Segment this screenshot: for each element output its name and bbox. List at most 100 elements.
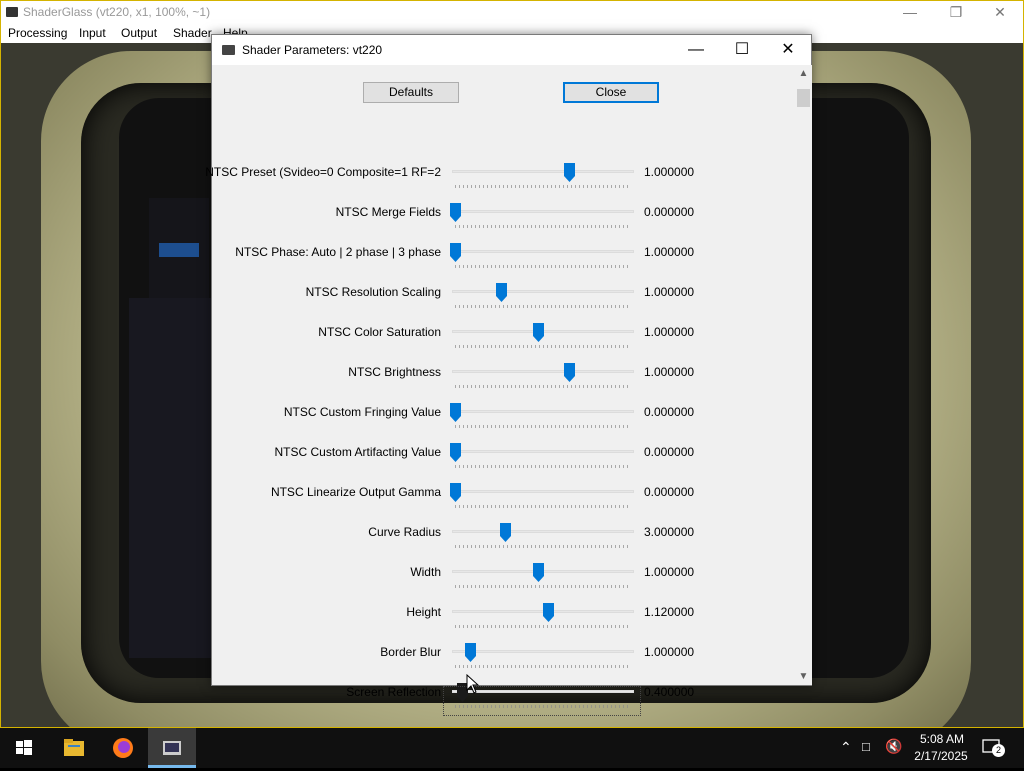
- scroll-down-arrow-icon[interactable]: ▼: [795, 668, 812, 685]
- param-slider-thumb[interactable]: [450, 403, 461, 422]
- param-value: 0.000000: [644, 405, 695, 419]
- param-slider-ticks: [455, 625, 630, 628]
- app-minimize-button[interactable]: —: [887, 1, 933, 23]
- param-slider-ticks: [455, 585, 630, 588]
- param-label: Curve Radius: [368, 525, 441, 539]
- app-restore-button[interactable]: ❐: [933, 1, 979, 23]
- param-slider-thumb[interactable]: [563, 363, 575, 382]
- close-icon: ✕: [781, 41, 795, 58]
- param-slider-ticks: [455, 665, 630, 668]
- param-value: 1.000000: [644, 645, 695, 659]
- param-label: NTSC Brightness: [348, 365, 441, 379]
- param-slider-track[interactable]: [452, 650, 634, 653]
- minimize-icon: —: [903, 4, 917, 20]
- close-button[interactable]: Close: [563, 82, 659, 103]
- parameters-panel: Defaults Close NTSC Preset (Svideo=0 Com…: [205, 65, 795, 716]
- param-slider-thumb[interactable]: [563, 163, 575, 182]
- param-label: Border Blur: [380, 645, 441, 659]
- param-value: 0.000000: [644, 205, 695, 219]
- shaderglass-icon[interactable]: [148, 728, 196, 768]
- vertical-scrollbar[interactable]: ▲ ▼: [795, 65, 812, 685]
- param-slider-track[interactable]: [452, 210, 634, 213]
- param-value: 1.000000: [644, 565, 695, 579]
- param-value: 0.000000: [644, 485, 695, 499]
- param-slider-ticks: [455, 545, 630, 548]
- dialog-close-button[interactable]: ✕: [765, 35, 811, 65]
- param-slider-track[interactable]: [452, 490, 634, 493]
- shader-parameters-dialog: Shader Parameters: vt220 — ☐ ✕ Defaults …: [205, 34, 812, 716]
- param-slider-track[interactable]: [452, 530, 634, 533]
- dialog-maximize-button[interactable]: ☐: [719, 35, 765, 65]
- param-slider-ticks: [455, 425, 630, 428]
- param-label: NTSC Color Saturation: [318, 325, 441, 339]
- dialog-minimize-button[interactable]: —: [673, 35, 719, 65]
- scroll-up-arrow-icon[interactable]: ▲: [795, 65, 812, 82]
- param-value: 1.000000: [644, 245, 695, 259]
- menu-input[interactable]: Input: [79, 26, 106, 40]
- param-slider-thumb[interactable]: [450, 443, 461, 462]
- app-close-button[interactable]: ✕: [977, 1, 1023, 23]
- shaderglass-app-icon: [6, 7, 18, 17]
- close-icon: ✕: [994, 4, 1006, 20]
- param-slider-thumb[interactable]: [450, 203, 461, 222]
- param-slider-ticks: [455, 385, 630, 388]
- minimize-icon: —: [688, 41, 704, 58]
- windows-start-icon[interactable]: [0, 728, 48, 768]
- param-slider-ticks: [455, 225, 630, 228]
- param-value: 0.400000: [644, 685, 695, 699]
- network-icon[interactable]: □: [862, 739, 870, 754]
- dialog-titlebar[interactable]: Shader Parameters: vt220 — ☐ ✕: [212, 35, 811, 65]
- param-slider-ticks: [455, 265, 630, 268]
- param-value: 1.000000: [644, 285, 695, 299]
- shaderglass-dialog-icon: [222, 45, 235, 55]
- param-slider-thumb[interactable]: [450, 243, 461, 262]
- param-slider-track[interactable]: [452, 250, 634, 253]
- param-value: 3.000000: [644, 525, 695, 539]
- menu-shader[interactable]: Shader: [173, 26, 212, 40]
- param-value: 1.120000: [644, 605, 695, 619]
- param-label: NTSC Custom Artifacting Value: [274, 445, 441, 459]
- menu-processing[interactable]: Processing: [8, 26, 67, 40]
- firefox-icon[interactable]: [99, 728, 147, 768]
- param-label: NTSC Resolution Scaling: [305, 285, 441, 299]
- clock-time[interactable]: 5:08 AM: [912, 732, 972, 746]
- param-slider-thumb[interactable]: [532, 323, 544, 342]
- menu-output[interactable]: Output: [121, 26, 157, 40]
- param-label: Width: [410, 565, 441, 579]
- app-title: ShaderGlass (vt220, x1, 100%, ~1): [23, 5, 211, 19]
- param-slider-track[interactable]: [452, 370, 634, 373]
- param-slider-track[interactable]: [452, 450, 634, 453]
- param-slider-thumb[interactable]: [532, 563, 544, 582]
- notification-center-icon[interactable]: 2: [982, 738, 1005, 757]
- param-slider-thumb[interactable]: [450, 483, 461, 502]
- param-label: Screen Reflection: [346, 685, 441, 699]
- param-slider-ticks: [455, 345, 630, 348]
- app-titlebar[interactable]: ShaderGlass (vt220, x1, 100%, ~1) — ❐ ✕: [1, 1, 1023, 23]
- maximize-icon: ☐: [734, 41, 750, 58]
- restore-icon: ❐: [949, 4, 963, 20]
- param-value: 1.000000: [644, 365, 695, 379]
- param-value: 1.000000: [644, 325, 695, 339]
- mouse-cursor-icon: [466, 674, 480, 694]
- defaults-button[interactable]: Defaults: [363, 82, 459, 103]
- param-label: NTSC Phase: Auto | 2 phase | 3 phase: [235, 245, 441, 259]
- file-explorer-icon[interactable]: [50, 728, 98, 768]
- param-slider-track[interactable]: [452, 290, 634, 293]
- scroll-thumb[interactable]: [797, 89, 810, 107]
- volume-muted-icon[interactable]: 🔇: [885, 738, 902, 755]
- param-slider-track[interactable]: [452, 170, 634, 173]
- show-hidden-icons-chevron-icon[interactable]: ⌃: [840, 739, 852, 756]
- param-slider-ticks: [455, 185, 630, 188]
- param-slider-track[interactable]: [452, 410, 634, 413]
- dialog-title: Shader Parameters: vt220: [242, 43, 383, 57]
- param-slider-thumb[interactable]: [499, 523, 511, 542]
- param-label: NTSC Preset (Svideo=0 Composite=1 RF=2: [205, 165, 441, 179]
- param-slider-thumb[interactable]: [465, 643, 477, 662]
- param-value: 1.000000: [644, 165, 695, 179]
- param-slider-ticks: [455, 505, 630, 508]
- param-label: NTSC Linearize Output Gamma: [270, 485, 441, 499]
- param-slider-thumb[interactable]: [542, 603, 554, 622]
- clock-date[interactable]: 2/17/2025: [908, 749, 974, 763]
- param-slider-thumb[interactable]: [496, 283, 508, 302]
- param-label: Height: [406, 605, 441, 619]
